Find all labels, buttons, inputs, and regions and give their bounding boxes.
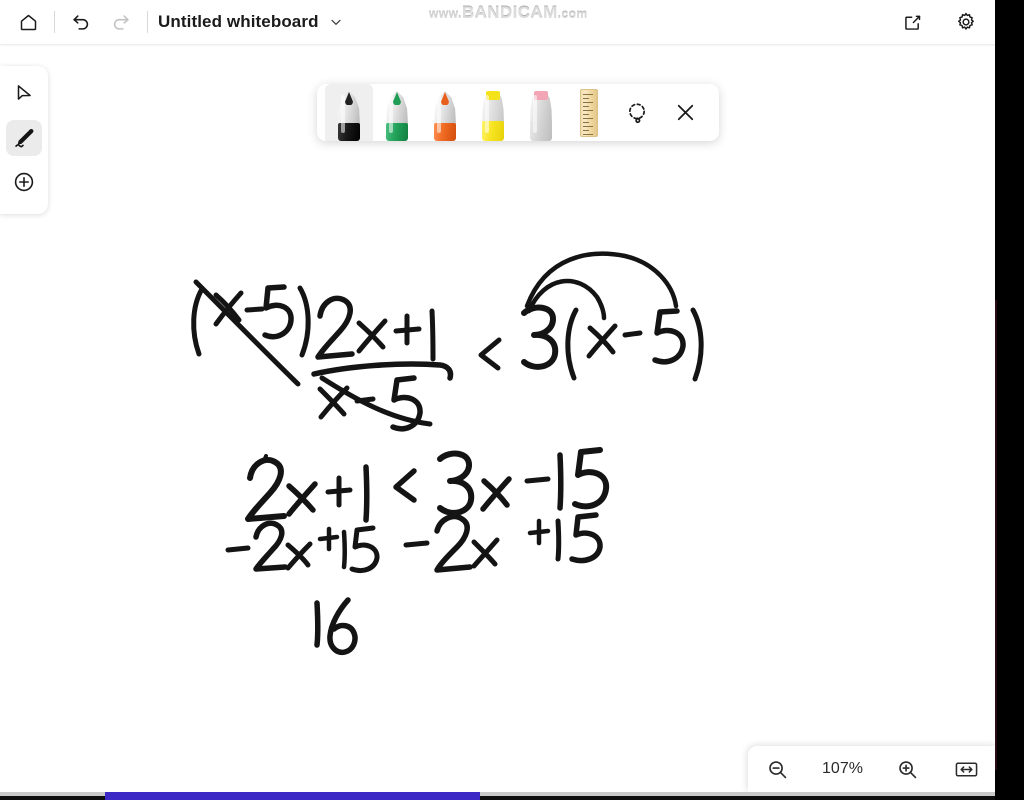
top-toolbar: Untitled whiteboard (0, 0, 996, 44)
zoom-level-label: 107% (822, 760, 863, 777)
left-tool-rail (0, 66, 48, 214)
desktop-edge-tint (995, 300, 997, 770)
sidebar-item-select[interactable] (6, 76, 42, 112)
undo-icon (73, 15, 89, 30)
handwriting-ink-layer (191, 251, 704, 656)
whiteboard-canvas[interactable] (0, 44, 996, 792)
toolbar-divider-1 (54, 11, 55, 33)
undo-button[interactable] (61, 2, 101, 42)
lasso-icon (628, 102, 646, 123)
ruler-button[interactable] (565, 84, 613, 141)
desktop-right-edge (995, 0, 1024, 800)
share-button[interactable] (892, 2, 932, 42)
close-icon (677, 104, 693, 121)
fit-to-screen-button[interactable] (949, 752, 985, 786)
cursor-arrow-icon (17, 85, 31, 100)
ruler-icon (580, 88, 598, 137)
yellow-highlighter-icon (478, 91, 508, 141)
toolbar-divider-2 (147, 11, 148, 33)
zoom-out-icon (769, 760, 787, 778)
settings-button[interactable] (946, 2, 986, 42)
title-menu-button[interactable] (328, 14, 344, 30)
home-button[interactable] (8, 2, 48, 42)
pen-option-green[interactable] (373, 84, 421, 141)
pen-option-black[interactable] (325, 84, 373, 141)
lasso-select-button[interactable] (613, 84, 661, 141)
pen-icon (15, 128, 34, 148)
pink-highlighter-icon (526, 91, 556, 141)
zoom-in-button[interactable] (890, 752, 926, 786)
pen-toolbar (317, 84, 719, 141)
pen-option-orange[interactable] (421, 84, 469, 141)
whiteboard-window: Untitled whiteboard 107% (0, 0, 996, 792)
orange-pen-icon (430, 91, 460, 141)
close-pen-toolbar-button[interactable] (661, 84, 709, 141)
taskbar-active-item[interactable] (105, 792, 480, 800)
gear-icon (958, 12, 974, 30)
fit-to-screen-icon (955, 762, 978, 776)
black-pen-icon (334, 91, 364, 141)
desktop-taskbar (0, 792, 1024, 800)
plus-circle-icon (14, 172, 34, 192)
chevron-down-icon (330, 19, 341, 25)
zoom-in-icon (899, 760, 917, 778)
app-root: Untitled whiteboard 107% www. BANDICAM .… (0, 0, 1024, 800)
pen-option-pink-highlighter[interactable] (517, 84, 565, 141)
zoom-controls: 107% (748, 746, 996, 792)
home-icon (20, 14, 36, 30)
sidebar-item-pen[interactable] (6, 120, 42, 156)
share-icon (904, 15, 920, 30)
sidebar-item-insert[interactable] (6, 164, 42, 200)
page-title: Untitled whiteboard (158, 12, 319, 31)
zoom-out-button[interactable] (760, 752, 796, 786)
pen-option-yellow-highlighter[interactable] (469, 84, 517, 141)
top-toolbar-right (892, 2, 986, 42)
redo-icon (113, 15, 129, 30)
redo-button[interactable] (101, 2, 141, 42)
top-toolbar-left: Untitled whiteboard (0, 2, 344, 42)
green-pen-icon (382, 91, 412, 141)
